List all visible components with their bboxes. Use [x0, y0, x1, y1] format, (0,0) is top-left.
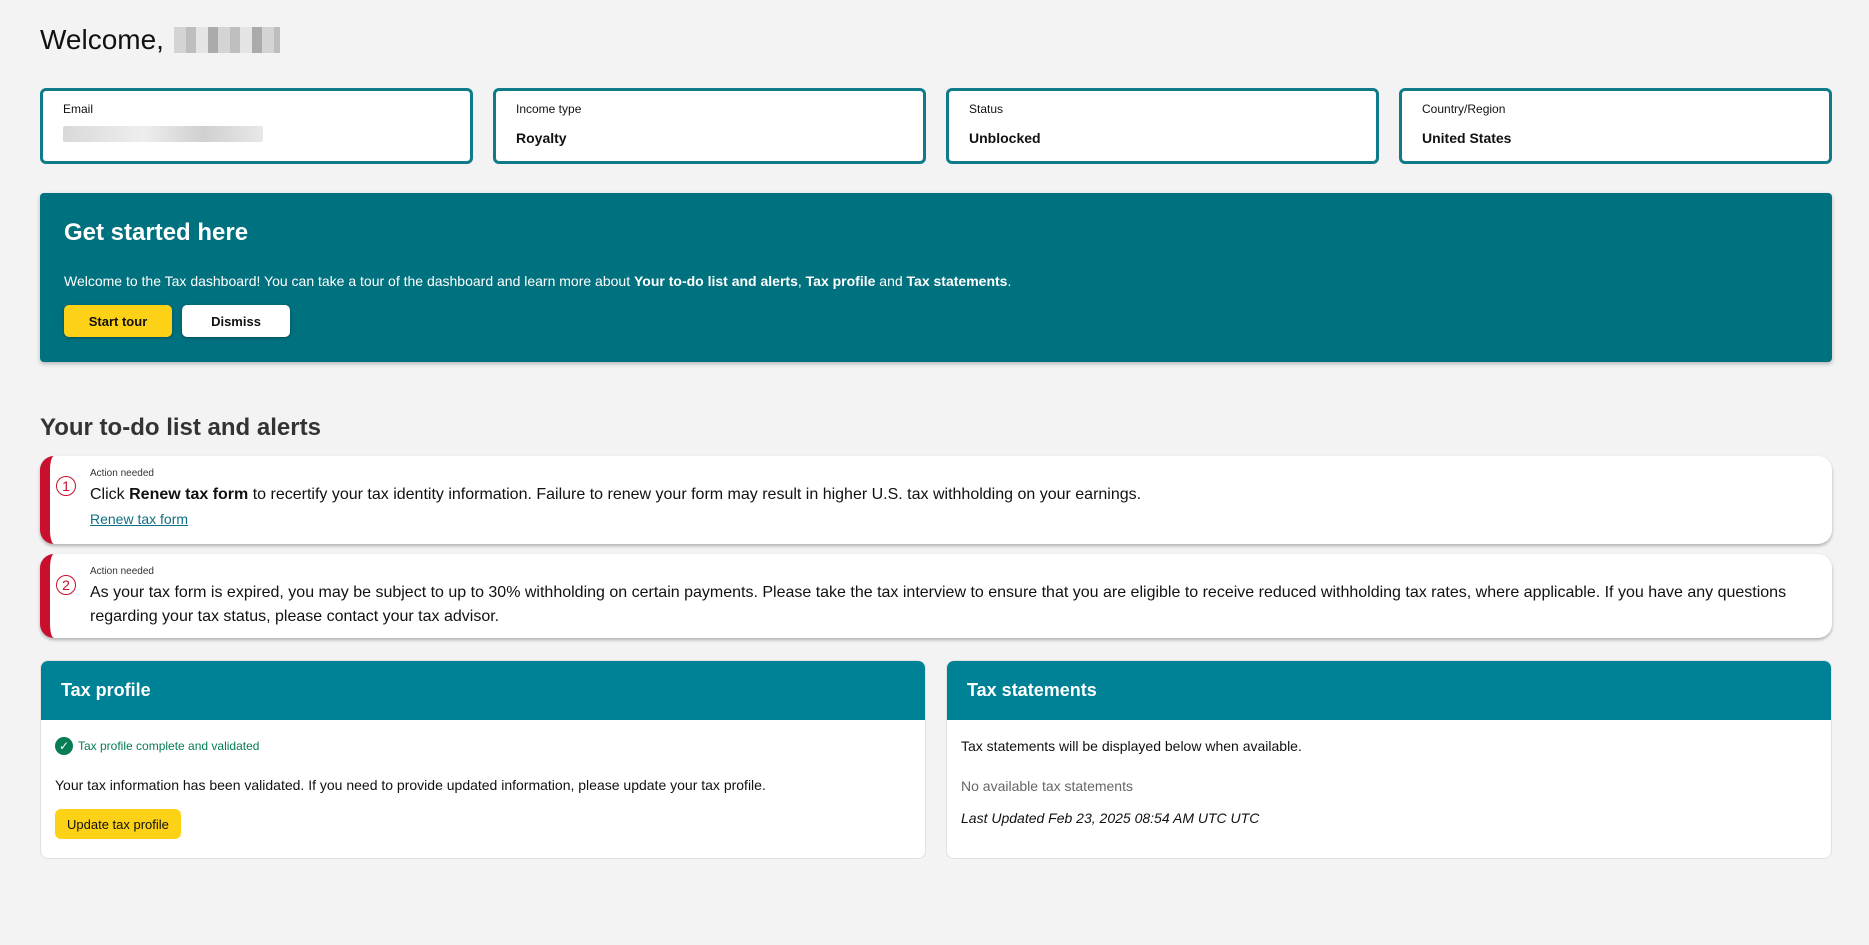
tax-profile-status-text: Tax profile complete and validated — [78, 739, 260, 753]
banner-text-intro: Welcome to the Tax dashboard! You can ta… — [64, 273, 634, 289]
dismiss-button[interactable]: Dismiss — [182, 305, 290, 337]
renew-tax-form-link[interactable]: Renew tax form — [90, 511, 188, 527]
alert-message-bold: Renew tax form — [129, 486, 249, 503]
status-value: Unblocked — [969, 130, 1041, 146]
income-type-value: Royalty — [516, 130, 567, 146]
tax-statements-empty: No available tax statements — [961, 778, 1133, 794]
alert-message-pre: Click — [90, 486, 130, 503]
alert-content: Action needed Click Renew tax form to re… — [90, 468, 1802, 529]
country-region-label: Country/Region — [1422, 102, 1506, 116]
redacted-user-name — [173, 27, 280, 53]
banner-title: Get started here — [64, 219, 249, 246]
get-started-banner: Get started here Welcome to the Tax dash… — [40, 193, 1832, 362]
banner-text: Welcome to the Tax dashboard! You can ta… — [64, 273, 1808, 289]
tax-statements-info: Tax statements will be displayed below w… — [961, 738, 1302, 754]
tax-profile-panel: Tax profile ✓ Tax profile complete and v… — [40, 660, 926, 859]
status-label: Status — [969, 102, 1004, 116]
tax-statements-last-updated: Last Updated Feb 23, 2025 08:54 AM UTC U… — [961, 810, 1260, 826]
tax-profile-description: Your tax information has been validated.… — [55, 777, 766, 793]
tax-profile-body: ✓ Tax profile complete and validated You… — [41, 720, 925, 855]
tax-profile-status: ✓ Tax profile complete and validated — [55, 737, 911, 755]
alert-message: As your tax form is expired, you may be … — [90, 584, 1787, 625]
status-card: Status Unblocked — [946, 88, 1379, 164]
alert-content: Action needed As your tax form is expire… — [90, 566, 1802, 629]
start-tour-button[interactable]: Start tour — [64, 305, 172, 337]
tax-statements-body: Tax statements will be displayed below w… — [947, 720, 1831, 842]
tax-statements-title: Tax statements — [947, 661, 1831, 720]
alert-number-icon: 2 — [56, 575, 76, 595]
account-info-cards: Email Income type Royalty Status Unblock… — [40, 88, 1832, 164]
banner-profile-term: Tax profile — [805, 273, 876, 289]
check-circle-icon: ✓ — [55, 737, 73, 755]
todo-section-title: Your to-do list and alerts — [40, 414, 321, 441]
country-region-card: Country/Region United States — [1399, 88, 1832, 164]
banner-separator: and — [875, 273, 907, 289]
tax-profile-title: Tax profile — [41, 661, 925, 720]
banner-statements-term: Tax statements — [906, 273, 1008, 289]
alert-number-icon: 1 — [56, 476, 76, 496]
update-tax-profile-button[interactable]: Update tax profile — [55, 809, 181, 839]
tax-statements-panel: Tax statements Tax statements will be di… — [946, 660, 1832, 859]
email-label: Email — [63, 102, 94, 116]
income-type-card: Income type Royalty — [493, 88, 926, 164]
alert-tag: Action needed — [90, 566, 154, 577]
income-type-label: Income type — [516, 102, 582, 116]
alert-message-post: to recertify your tax identity informati… — [248, 486, 1142, 503]
email-card: Email — [40, 88, 473, 164]
country-region-value: United States — [1422, 130, 1512, 146]
banner-end: . — [1007, 273, 1012, 289]
alert-item: 2 Action needed As your tax form is expi… — [40, 554, 1832, 638]
welcome-heading: Welcome, — [40, 24, 280, 56]
alert-message: Click Renew tax form to recertify your t… — [90, 483, 1802, 507]
banner-buttons: Start tour Dismiss — [64, 305, 1808, 337]
banner-todo-term: Your to-do list and alerts — [633, 273, 798, 289]
alert-item: 1 Action needed Click Renew tax form to … — [40, 456, 1832, 544]
banner-separator: , — [797, 273, 806, 289]
alert-tag: Action needed — [90, 468, 154, 479]
email-value-redacted — [63, 126, 263, 142]
welcome-text: Welcome, — [40, 24, 164, 55]
